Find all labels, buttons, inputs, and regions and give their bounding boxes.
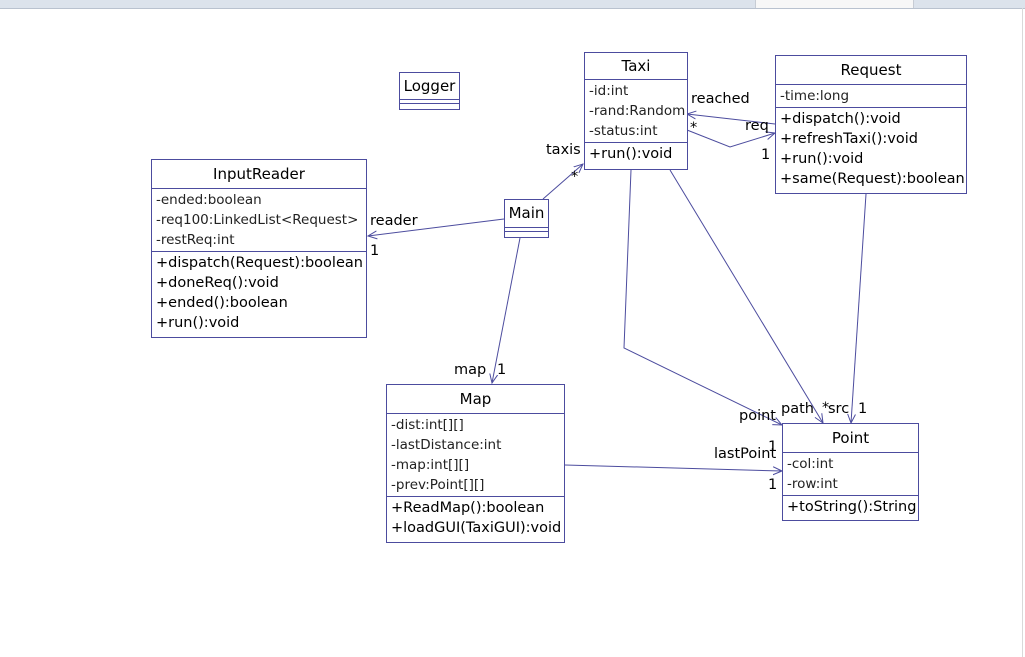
op-row: +doneReq():void — [156, 275, 279, 291]
attr-row: -prev:Point[][] — [391, 477, 485, 493]
op-row: +loadGUI(TaxiGUI):void — [391, 520, 562, 536]
op-row: +dispatch():void — [780, 111, 901, 127]
class-map-attrs: -dist:int[][] -lastDistance:int -map:int… — [387, 414, 564, 497]
class-taxi-name: Taxi — [585, 53, 687, 80]
class-map-name: Map — [387, 385, 564, 414]
attr-row: -map:int[][] — [391, 457, 470, 473]
class-taxi-ops: +run():void — [585, 143, 687, 165]
label-map-multiplicity: 1 — [497, 362, 507, 378]
class-point[interactable]: Point -col:int -row:int +toString():Stri… — [782, 423, 919, 521]
attr-row: -col:int — [787, 456, 834, 472]
label-reader: reader — [370, 213, 418, 229]
class-logger-ops — [400, 104, 459, 107]
class-request-name: Request — [776, 56, 966, 85]
op-row: +ReadMap():boolean — [391, 500, 545, 516]
label-path: path — [781, 401, 814, 417]
class-main-name: Main — [505, 200, 548, 228]
label-req-multiplicity-star: * — [690, 120, 698, 136]
op-row: +same(Request):boolean — [780, 171, 965, 187]
label-map: map — [454, 362, 487, 378]
class-taxi-attrs: -id:int -rand:Random -status:int — [585, 80, 687, 143]
class-logger[interactable]: Logger — [399, 72, 460, 110]
op-row: +run():void — [156, 315, 240, 331]
label-taxis: taxis — [546, 142, 581, 158]
op-row: +dispatch(Request):boolean — [156, 255, 363, 271]
attr-row: -ended:boolean — [156, 192, 262, 208]
op-row: +run():void — [589, 146, 673, 162]
class-main-ops — [505, 232, 548, 235]
class-logger-name: Logger — [400, 73, 459, 100]
label-reader-multiplicity: 1 — [370, 243, 380, 259]
op-row: +toString():String — [787, 499, 917, 515]
label-lastpoint-multiplicity: 1 — [768, 477, 778, 493]
label-src-multiplicity: 1 — [858, 401, 868, 417]
label-src: src — [828, 401, 850, 417]
label-req-multiplicity-one: 1 — [761, 147, 771, 163]
label-taxis-multiplicity: * — [571, 169, 579, 185]
attr-row: -time:long — [780, 88, 850, 104]
attr-row: -lastDistance:int — [391, 437, 502, 453]
class-inputreader[interactable]: InputReader -ended:boolean -req100:Linke… — [151, 159, 367, 338]
attr-row: -rand:Random — [589, 103, 686, 119]
taxi-to-point-line — [623, 169, 782, 425]
label-lastpoint: lastPoint — [714, 446, 777, 462]
class-request-ops: +dispatch():void +refreshTaxi():void +ru… — [776, 108, 966, 190]
attr-row: -row:int — [787, 476, 838, 492]
taxi-to-point-path-line — [669, 169, 823, 423]
class-inputreader-name: InputReader — [152, 160, 366, 189]
class-point-attrs: -col:int -row:int — [783, 453, 918, 496]
op-row: +run():void — [780, 151, 864, 167]
op-row: +refreshTaxi():void — [780, 131, 918, 147]
class-map-ops: +ReadMap():boolean +loadGUI(TaxiGUI):voi… — [387, 497, 564, 539]
class-request-attrs: -time:long — [776, 85, 966, 108]
class-inputreader-attrs: -ended:boolean -req100:LinkedList<Reques… — [152, 189, 366, 252]
class-request[interactable]: Request -time:long +dispatch():void +ref… — [775, 55, 967, 194]
label-reached: reached — [691, 91, 750, 107]
attr-row: -req100:LinkedList<Request> — [156, 212, 359, 228]
class-point-name: Point — [783, 424, 918, 453]
attr-row: -restReq:int — [156, 232, 235, 248]
attr-row: -id:int — [589, 83, 629, 99]
request-to-point-src-line — [851, 193, 867, 423]
attr-row: -dist:int[][] — [391, 417, 464, 433]
class-taxi[interactable]: Taxi -id:int -rand:Random -status:int +r… — [584, 52, 688, 170]
class-point-ops: +toString():String — [783, 496, 918, 518]
class-inputreader-ops: +dispatch(Request):boolean +doneReq():vo… — [152, 252, 366, 334]
label-req: req — [745, 118, 769, 134]
map-to-point-line — [564, 464, 782, 471]
class-main[interactable]: Main — [504, 199, 549, 238]
attr-row: -status:int — [589, 123, 658, 139]
op-row: +ended():boolean — [156, 295, 288, 311]
label-point: point — [739, 408, 776, 424]
class-map[interactable]: Map -dist:int[][] -lastDistance:int -map… — [386, 384, 565, 543]
